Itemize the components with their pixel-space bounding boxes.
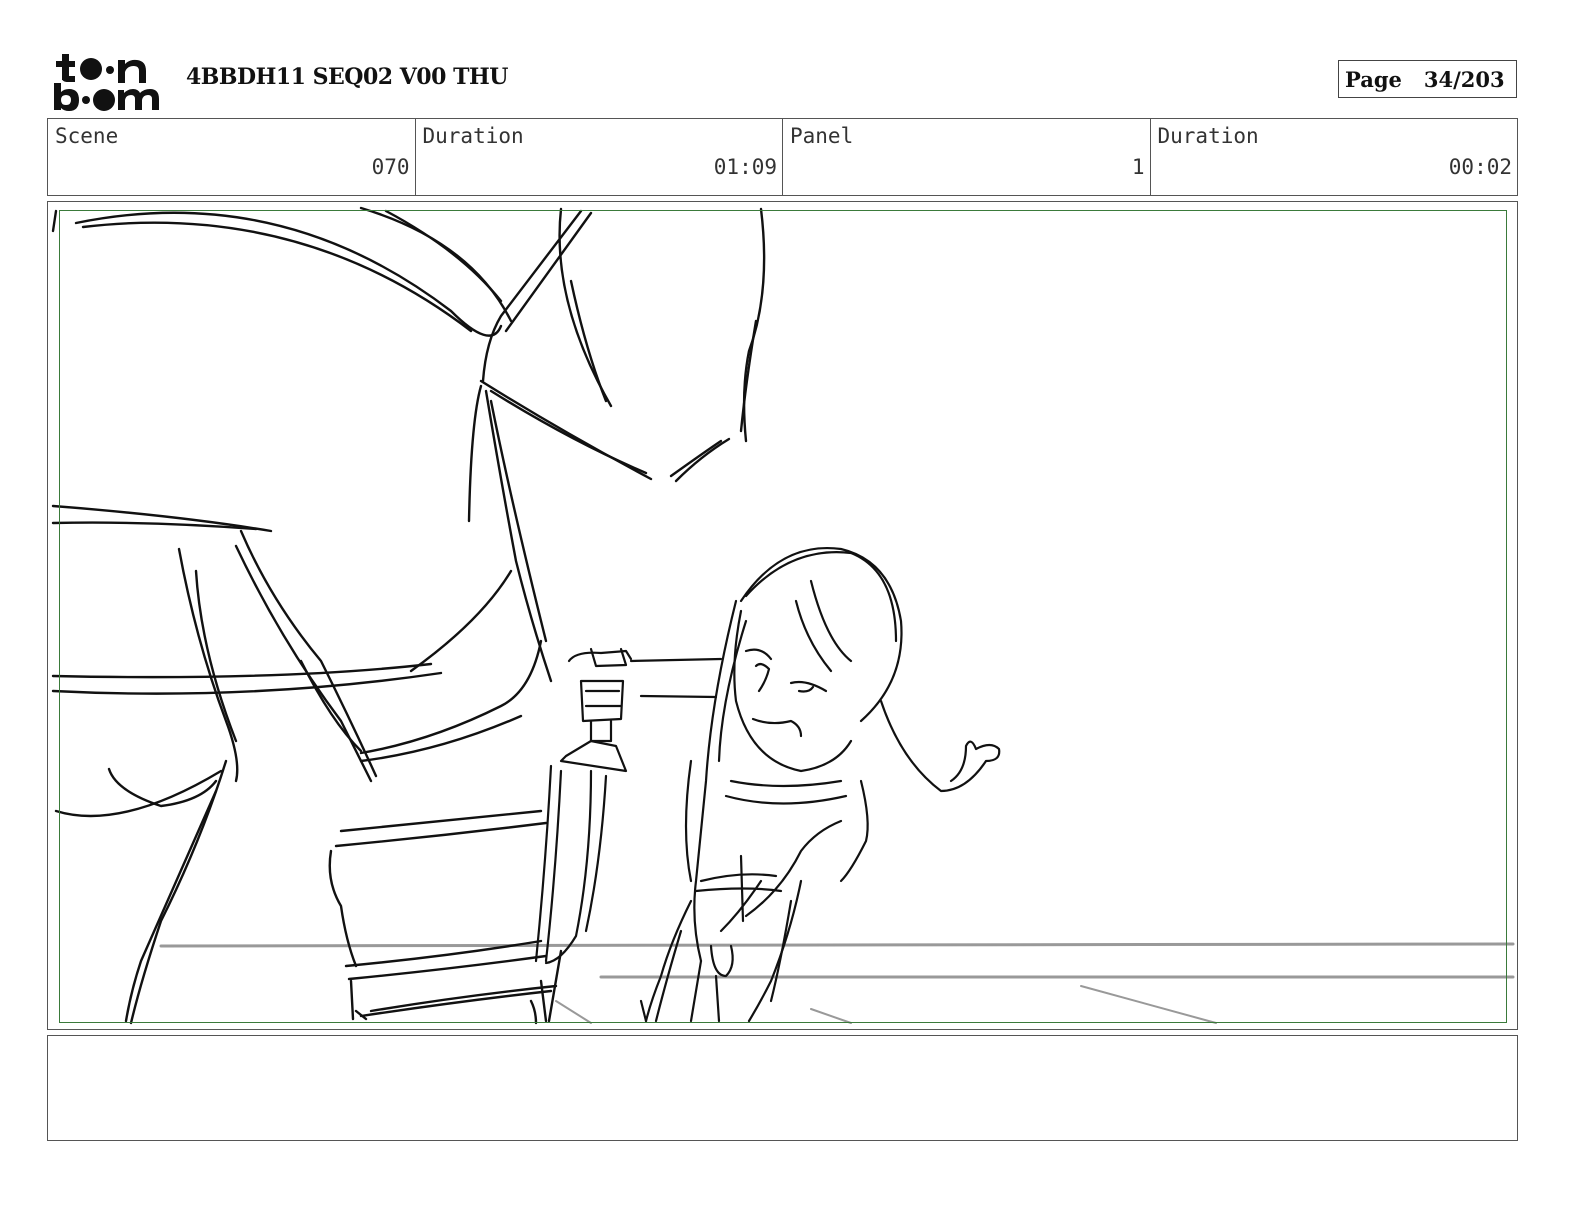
floor-lines	[159, 942, 1515, 1024]
panel-duration-label: Duration	[1157, 124, 1259, 148]
scene-info-row: Scene 070 Duration 01:09 Panel 1 Duratio…	[47, 118, 1518, 196]
girl-figure-sketch	[639, 547, 1001, 1023]
sword-sketch	[534, 647, 723, 965]
large-figure-sketch	[51, 206, 766, 1025]
panel-duration-cell: Duration 00:02	[1151, 119, 1518, 195]
scene-duration-cell: Duration 01:09	[416, 119, 783, 195]
page-indicator: Page 34/203	[1338, 60, 1517, 98]
scene-value: 070	[371, 155, 410, 179]
toon-boom-logo-mark	[54, 54, 159, 111]
panel-value: 1	[1131, 155, 1145, 179]
toon-boom-logo	[52, 50, 164, 112]
panel-label: Panel	[790, 124, 854, 148]
scene-cell: Scene 070	[48, 119, 416, 195]
panel-sketch	[51, 206, 1515, 1025]
page-number: 34/203	[1423, 66, 1505, 92]
panel-cell: Panel 1	[783, 119, 1151, 195]
panel-notes-box[interactable]	[47, 1035, 1518, 1141]
document-title: 4BBDH11 SEQ02 V00 THU	[186, 64, 508, 90]
storyboard-panel	[47, 201, 1518, 1030]
scene-duration-label: Duration	[422, 124, 524, 148]
panel-duration-value: 00:02	[1448, 155, 1512, 179]
scene-label: Scene	[55, 124, 119, 148]
scene-duration-value: 01:09	[713, 155, 777, 179]
page-label: Page	[1345, 66, 1402, 92]
